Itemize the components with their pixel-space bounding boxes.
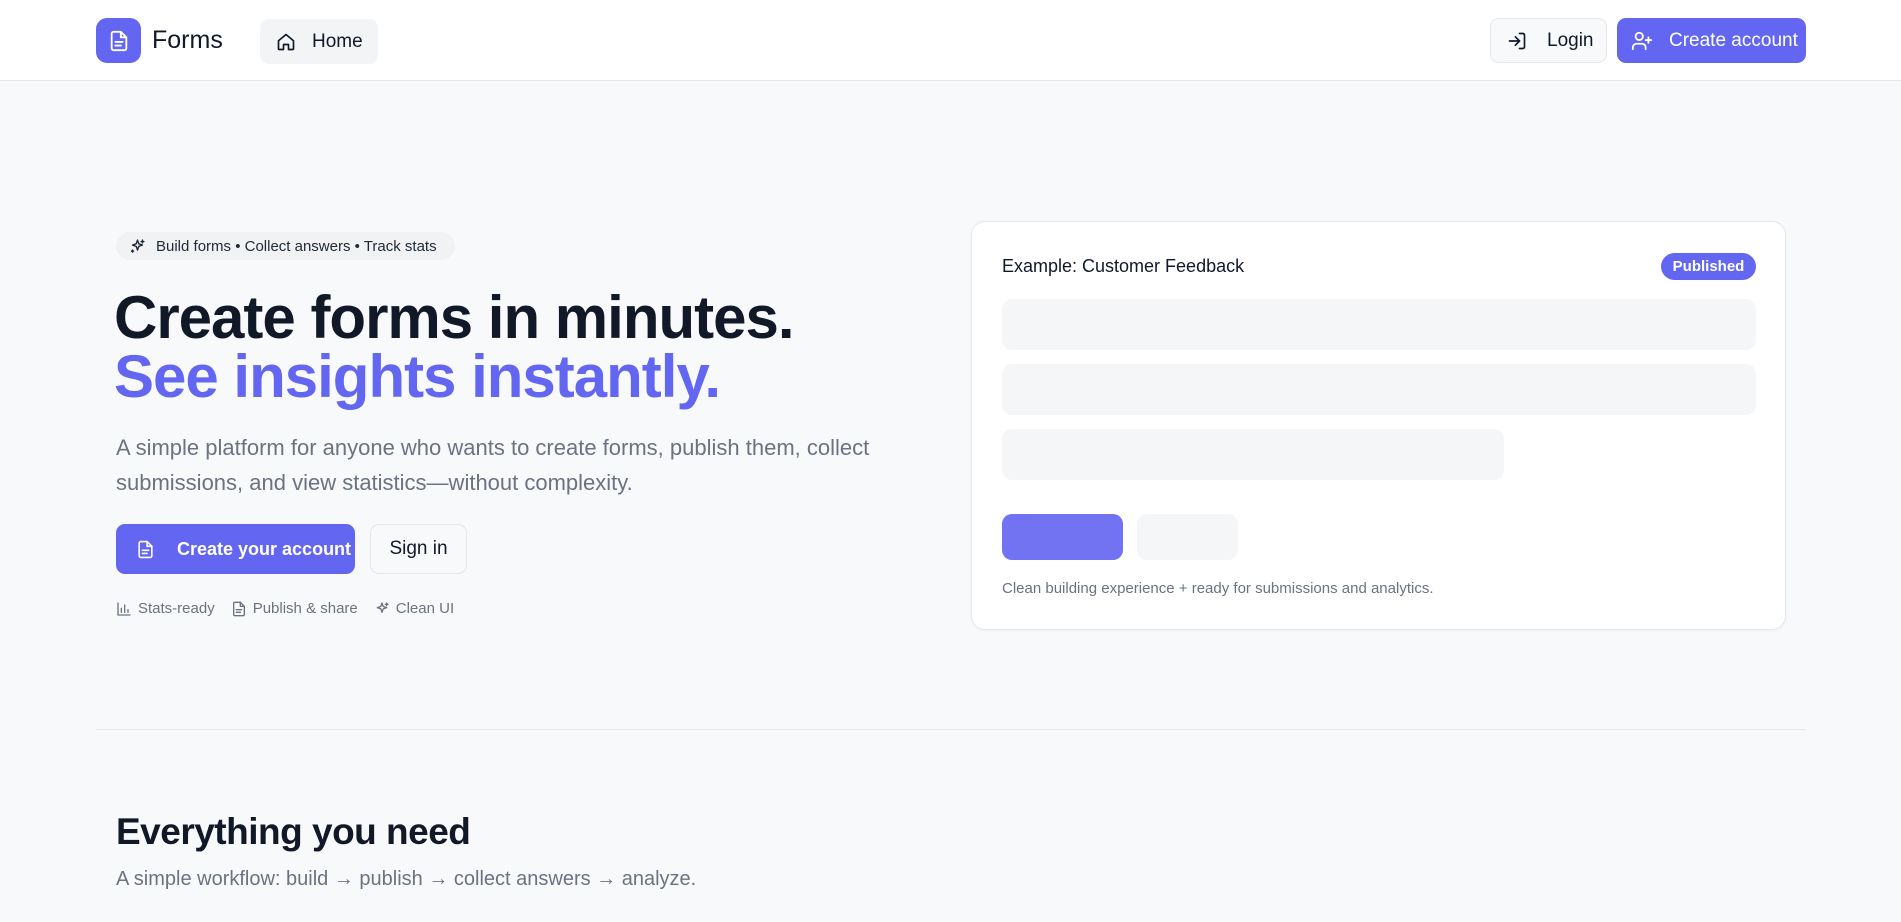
preview-field-placeholder: [1002, 364, 1756, 415]
section-divider: [96, 729, 1806, 730]
home-icon: [276, 32, 296, 52]
user-plus-icon: [1631, 30, 1653, 52]
feature-list: Stats-ready Publish & share Clean UI: [116, 600, 454, 617]
bar-chart-icon: [116, 601, 132, 617]
preview-card-caption: Clean building experience + ready for su…: [1002, 580, 1434, 597]
feature-label: Clean UI: [395, 600, 455, 617]
form-preview-card: Example: Customer Feedback Published Cle…: [971, 221, 1786, 630]
hero-headline-accent: See insights instantly.: [114, 343, 721, 410]
tagline-text: Build forms • Collect answers • Track st…: [156, 237, 437, 255]
create-your-account-button[interactable]: Create your account: [116, 524, 355, 574]
login-label: Login: [1547, 29, 1594, 51]
document-icon: [231, 601, 247, 617]
preview-card-title: Example: Customer Feedback: [1002, 256, 1245, 276]
preview-field-placeholder: [1002, 299, 1756, 350]
tagline-pill: Build forms • Collect answers • Track st…: [116, 232, 455, 260]
hero-description: A simple platform for anyone who wants t…: [116, 435, 870, 495]
sign-in-button[interactable]: Sign in: [370, 524, 467, 574]
preview-primary-button-placeholder: [1002, 514, 1123, 560]
home-button[interactable]: Home: [260, 19, 378, 64]
create-account-button[interactable]: Create account: [1617, 18, 1806, 63]
sparkles-icon: [374, 601, 390, 617]
section-subtitle: A simple workflow: build → publish → col…: [116, 868, 697, 890]
sparkles-icon: [129, 238, 146, 255]
document-icon: [136, 540, 155, 559]
feature-clean-ui: Clean UI: [374, 600, 454, 617]
create-your-account-label: Create your account: [177, 538, 352, 559]
brand-name: Forms: [152, 26, 223, 54]
feature-stats-ready: Stats-ready: [116, 600, 215, 617]
feature-label: Stats-ready: [138, 600, 215, 617]
create-account-label: Create account: [1669, 29, 1798, 51]
login-button[interactable]: Login: [1490, 18, 1607, 63]
preview-secondary-button-placeholder: [1137, 514, 1238, 560]
brand[interactable]: Forms: [96, 18, 223, 63]
feature-label: Publish & share: [252, 600, 358, 617]
top-navbar: Forms Home Login Create account: [0, 0, 1901, 81]
home-label: Home: [312, 30, 363, 52]
preview-field-placeholder: [1002, 429, 1504, 480]
feature-publish-share: Publish & share: [231, 600, 358, 617]
login-icon: [1507, 31, 1527, 51]
document-icon: [96, 18, 141, 63]
section-title: Everything you need: [116, 811, 471, 852]
status-badge: Published: [1661, 253, 1756, 280]
